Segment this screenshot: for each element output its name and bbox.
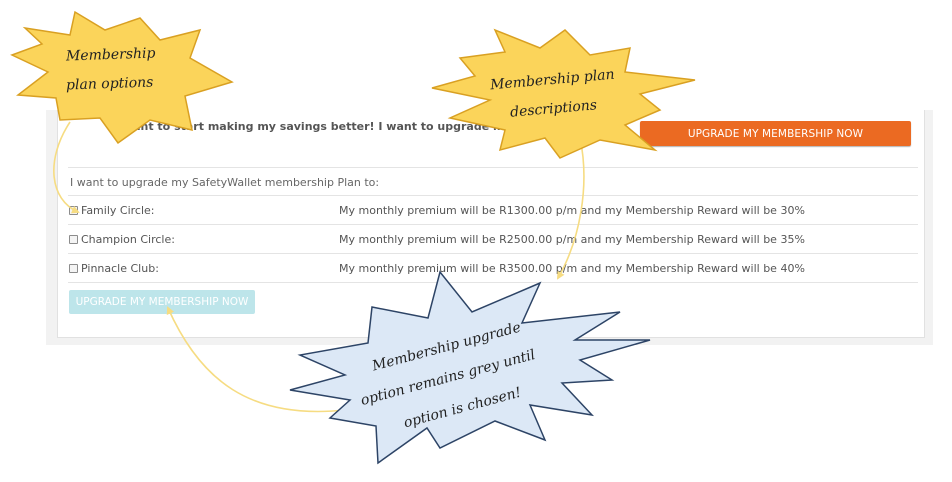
starburst-callout [431, 28, 696, 159]
curved-arrow [556, 137, 585, 280]
callout-plan-options-line2: plan options [65, 74, 154, 94]
callout-plan-options-line1: Membership [65, 45, 156, 65]
curved-arrow [53, 121, 80, 214]
